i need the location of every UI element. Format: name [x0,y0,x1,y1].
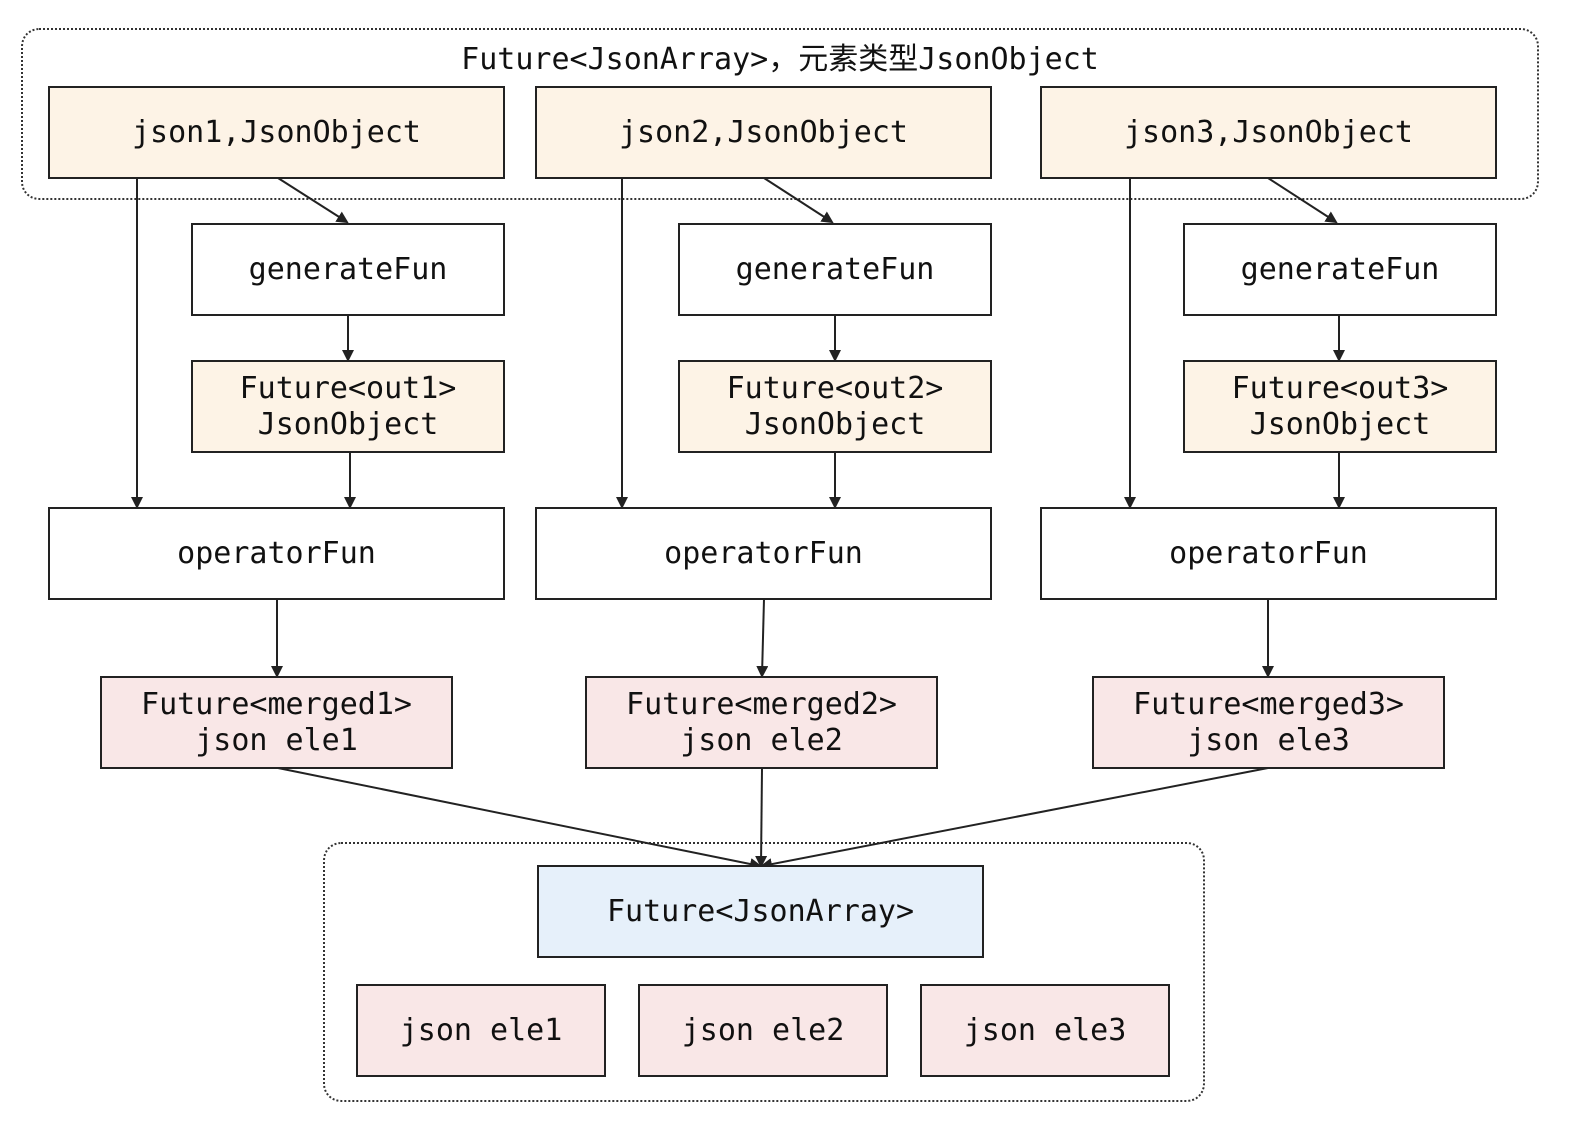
future-out3-node: Future<out3> JsonObject [1183,360,1497,453]
input-array-title: Future<JsonArray>，元素类型JsonObject [461,42,1099,77]
result-element-1: json ele1 [356,984,606,1077]
operator-fun-node-1: operatorFun [48,507,505,600]
future-merged2-node: Future<merged2> json ele2 [585,676,938,769]
edge-operator2-to-merged2 [756,598,769,678]
future-merged1-node: Future<merged1> json ele1 [100,676,453,769]
result-element-2: json ele2 [638,984,888,1077]
future-out1-node: Future<out1> JsonObject [191,360,505,453]
generate-fun-node-2: generateFun [678,223,992,316]
input-node-json2: json2,JsonObject [535,86,992,179]
generate-fun-node-3: generateFun [1183,223,1497,316]
future-out2-node: Future<out2> JsonObject [678,360,992,453]
generate-fun-node-1: generateFun [191,223,505,316]
result-element-3: json ele3 [920,984,1170,1077]
input-node-json1: json1,JsonObject [48,86,505,179]
input-node-json3: json3,JsonObject [1040,86,1497,179]
future-merged3-node: Future<merged3> json ele3 [1092,676,1445,769]
result-future-jsonarray-node: Future<JsonArray> [537,865,984,958]
operator-fun-node-3: operatorFun [1040,507,1497,600]
operator-fun-node-2: operatorFun [535,507,992,600]
